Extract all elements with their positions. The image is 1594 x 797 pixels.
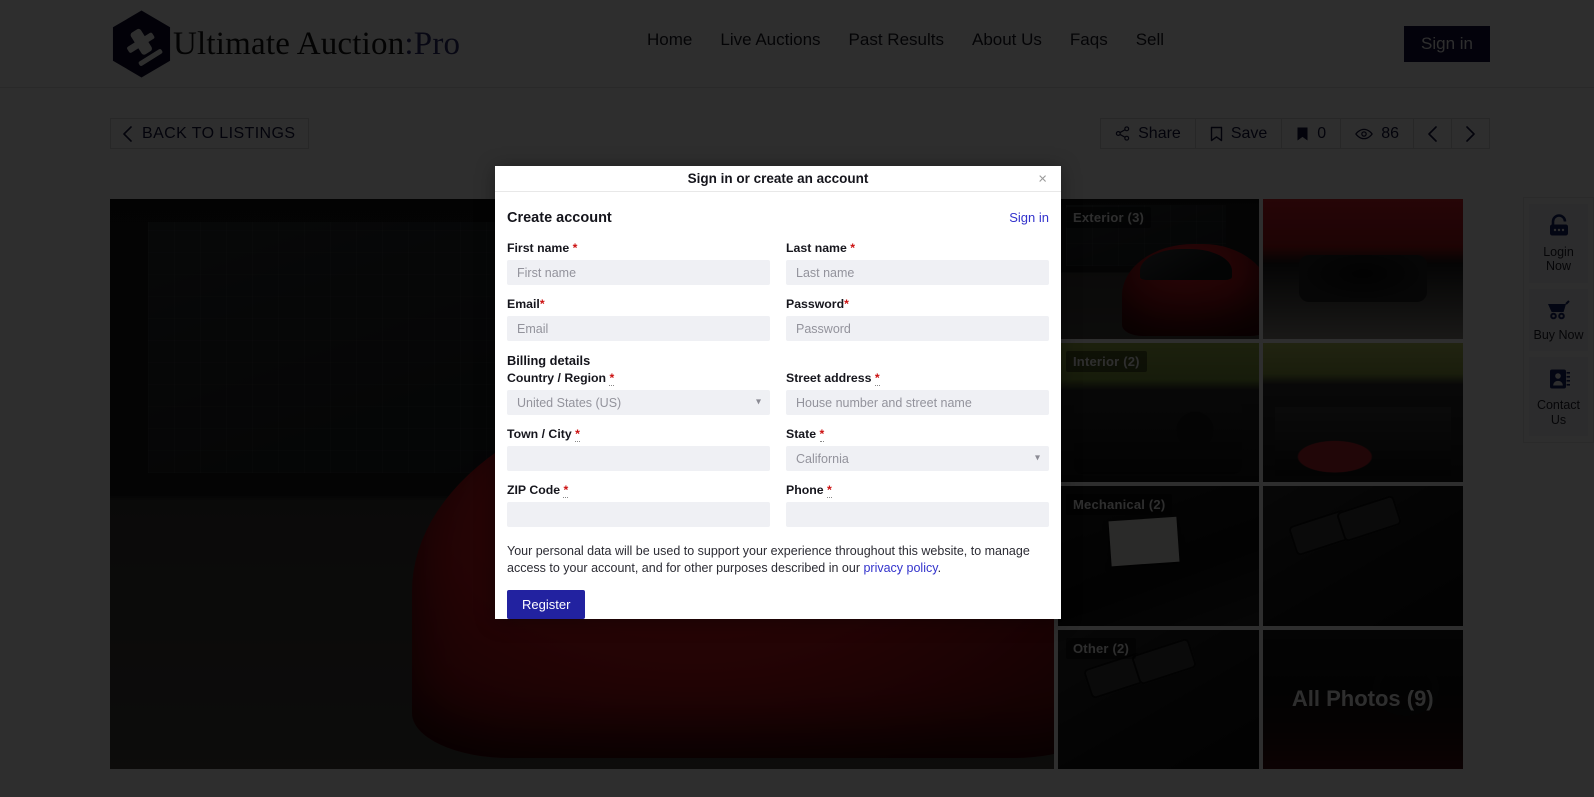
modal-title: Sign in or create an account bbox=[687, 171, 869, 186]
email-field: Email* bbox=[507, 297, 770, 341]
country-label-text: Country / Region bbox=[507, 371, 610, 385]
city-label-text: Town / City bbox=[507, 427, 576, 441]
required-marker: * bbox=[539, 297, 545, 311]
state-label-text: State bbox=[786, 427, 820, 441]
email-label: Email* bbox=[507, 297, 770, 311]
create-account-title: Create account bbox=[507, 210, 612, 226]
country-label: Country / Region * bbox=[507, 371, 770, 386]
modal-header: Sign in or create an account × bbox=[495, 166, 1061, 192]
last-name-input[interactable] bbox=[786, 260, 1049, 285]
register-button[interactable]: Register bbox=[507, 590, 586, 619]
create-account-header: Create account Sign in bbox=[507, 210, 1049, 226]
zip-input[interactable] bbox=[507, 502, 770, 527]
required-marker: * bbox=[844, 297, 849, 311]
modal-signin-link[interactable]: Sign in bbox=[1009, 210, 1049, 225]
billing-details-title: Billing details bbox=[507, 353, 591, 368]
first-name-field: First name * bbox=[507, 241, 770, 285]
city-input[interactable] bbox=[507, 446, 770, 471]
last-name-label: Last name * bbox=[786, 241, 1049, 255]
required-marker: * bbox=[819, 427, 825, 442]
first-name-label: First name * bbox=[507, 241, 770, 255]
required-marker: * bbox=[609, 371, 615, 386]
country-select[interactable]: United States (US) bbox=[507, 390, 770, 415]
state-label: State * bbox=[786, 427, 1049, 442]
phone-label: Phone * bbox=[786, 483, 1049, 498]
signin-register-modal: Sign in or create an account × Create ac… bbox=[495, 166, 1061, 619]
first-name-label-text: First name bbox=[507, 241, 570, 255]
billing-row-1: Country / Region * United States (US) ▾ … bbox=[507, 371, 1049, 427]
password-field: Password* bbox=[786, 297, 1049, 341]
credentials-row: Email* Password* bbox=[507, 297, 1049, 353]
close-icon[interactable]: × bbox=[1034, 169, 1051, 188]
state-field: State * California ▾ bbox=[786, 427, 1049, 471]
state-select-wrapper: California ▾ bbox=[786, 446, 1049, 471]
zip-label-text: ZIP Code bbox=[507, 483, 564, 497]
required-marker: * bbox=[874, 371, 880, 386]
zip-field: ZIP Code * bbox=[507, 483, 770, 527]
street-address-label: Street address * bbox=[786, 371, 1049, 386]
country-select-wrapper: United States (US) ▾ bbox=[507, 390, 770, 415]
required-marker: * bbox=[575, 427, 580, 442]
required-marker: * bbox=[563, 483, 569, 498]
phone-label-text: Phone bbox=[786, 483, 827, 497]
billing-row-2: Town / City * State * California ▾ bbox=[507, 427, 1049, 483]
city-field: Town / City * bbox=[507, 427, 770, 471]
street-address-label-text: Street address bbox=[786, 371, 875, 385]
email-label-text: Email bbox=[507, 297, 540, 311]
street-address-input[interactable] bbox=[786, 390, 1049, 415]
required-marker: * bbox=[827, 483, 832, 498]
last-name-field: Last name * bbox=[786, 241, 1049, 285]
required-marker: * bbox=[850, 241, 856, 255]
password-input[interactable] bbox=[786, 316, 1049, 341]
password-label: Password* bbox=[786, 297, 1049, 311]
password-label-text: Password bbox=[786, 297, 845, 311]
last-name-label-text: Last name bbox=[786, 241, 847, 255]
first-name-input[interactable] bbox=[507, 260, 770, 285]
zip-label: ZIP Code * bbox=[507, 483, 770, 498]
modal-body: Create account Sign in First name * Last… bbox=[495, 192, 1061, 619]
state-select[interactable]: California bbox=[786, 446, 1049, 471]
street-address-field: Street address * bbox=[786, 371, 1049, 415]
city-label: Town / City * bbox=[507, 427, 770, 442]
country-field: Country / Region * United States (US) ▾ bbox=[507, 371, 770, 415]
consent-tail: . bbox=[937, 560, 942, 575]
phone-field: Phone * bbox=[786, 483, 1049, 527]
privacy-policy-link[interactable]: privacy policy bbox=[863, 561, 937, 575]
email-input[interactable] bbox=[507, 316, 770, 341]
name-row: First name * Last name * bbox=[507, 241, 1049, 297]
consent-body: Your personal data will be used to suppo… bbox=[507, 544, 1030, 575]
required-marker: * bbox=[572, 241, 578, 255]
consent-text: Your personal data will be used to suppo… bbox=[507, 543, 1049, 576]
phone-input[interactable] bbox=[786, 502, 1049, 527]
billing-row-3: ZIP Code * Phone * bbox=[507, 483, 1049, 539]
